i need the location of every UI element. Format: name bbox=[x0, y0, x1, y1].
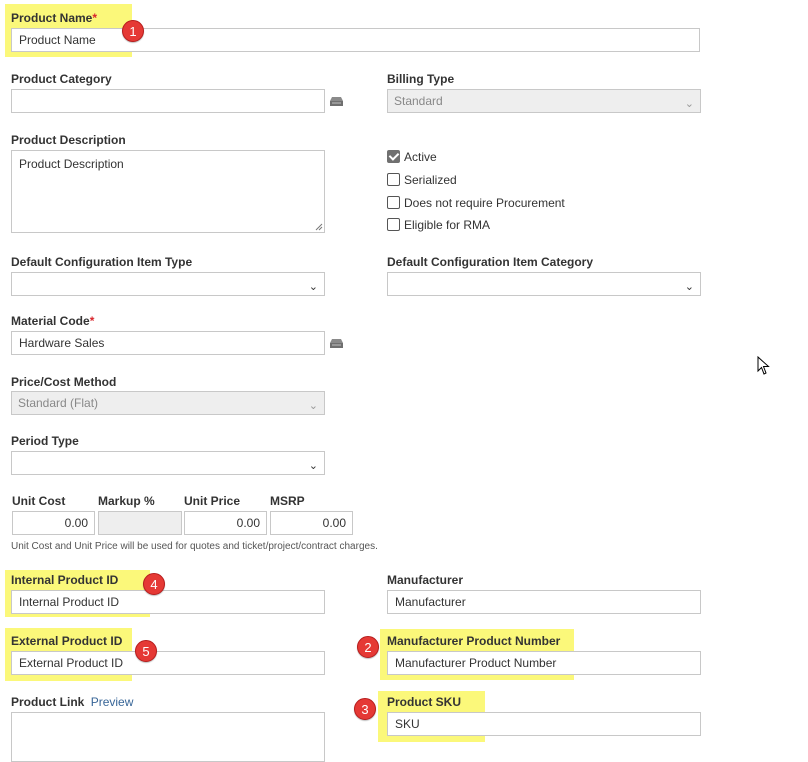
markup-label: Markup % bbox=[98, 494, 155, 508]
chevron-down-icon: ⌄ bbox=[684, 281, 694, 293]
price-cost-method-value: Standard (Flat) bbox=[18, 396, 99, 410]
chevron-down-icon: ⌄ bbox=[308, 460, 318, 472]
eligible-rma-label: Eligible for RMA bbox=[404, 218, 491, 232]
serialized-checkbox[interactable] bbox=[387, 173, 400, 186]
product-description-label: Product Description bbox=[11, 133, 126, 147]
msrp-label: MSRP bbox=[270, 494, 305, 508]
markup-input bbox=[98, 511, 182, 535]
chevron-down-icon: ⌄ bbox=[308, 281, 318, 293]
chevron-down-icon: ⌄ bbox=[308, 400, 318, 412]
manufacturer-label: Manufacturer bbox=[387, 573, 464, 587]
period-type-select[interactable]: ⌄ bbox=[11, 451, 325, 475]
product-sku-input[interactable]: SKU bbox=[387, 712, 701, 736]
billing-type-select[interactable]: Standard ⌄ bbox=[387, 89, 701, 113]
serialized-label: Serialized bbox=[404, 173, 457, 187]
msrp-input[interactable]: 0.00 bbox=[270, 511, 353, 535]
product-name-label: Product Name* bbox=[11, 11, 98, 25]
manufacturer-input[interactable]: Manufacturer bbox=[387, 590, 701, 614]
price-cost-method-label: Price/Cost Method bbox=[11, 375, 117, 389]
badge-5: 5 bbox=[135, 640, 157, 662]
preview-link[interactable]: Preview bbox=[91, 695, 134, 709]
default-ci-category-select[interactable]: ⌄ bbox=[387, 272, 701, 296]
price-cost-method-select[interactable]: Standard (Flat) ⌄ bbox=[11, 391, 325, 415]
mouse-cursor-icon bbox=[757, 356, 770, 375]
external-product-id-input[interactable]: External Product ID bbox=[11, 651, 325, 675]
unit-price-label: Unit Price bbox=[184, 494, 241, 508]
badge-4: 4 bbox=[143, 573, 165, 595]
default-ci-category-label: Default Configuration Item Category bbox=[387, 255, 594, 269]
material-code-label: Material Code* bbox=[11, 314, 95, 328]
product-link-textarea[interactable] bbox=[11, 712, 325, 762]
no-procurement-checkbox[interactable] bbox=[387, 196, 400, 209]
external-product-id-label: External Product ID bbox=[11, 634, 123, 648]
eligible-rma-checkbox[interactable] bbox=[387, 218, 400, 231]
pricing-note: Unit Cost and Unit Price will be used fo… bbox=[11, 541, 378, 552]
active-label: Active bbox=[404, 150, 437, 164]
badge-3: 3 bbox=[354, 698, 376, 720]
default-ci-type-select[interactable]: ⌄ bbox=[11, 272, 325, 296]
unit-price-input[interactable]: 0.00 bbox=[184, 511, 267, 535]
active-checkbox[interactable] bbox=[387, 150, 400, 163]
period-type-label: Period Type bbox=[11, 434, 79, 448]
default-ci-type-label: Default Configuration Item Type bbox=[11, 255, 193, 269]
lookup-icon[interactable] bbox=[329, 338, 344, 349]
product-category-label: Product Category bbox=[11, 72, 112, 86]
internal-product-id-label: Internal Product ID bbox=[11, 573, 119, 587]
unit-cost-input[interactable]: 0.00 bbox=[12, 511, 95, 535]
billing-type-value: Standard bbox=[394, 94, 443, 108]
badge-1: 1 bbox=[122, 20, 144, 42]
product-description-value: Product Description bbox=[19, 157, 124, 171]
chevron-down-icon: ⌄ bbox=[684, 98, 694, 110]
internal-product-id-input[interactable]: Internal Product ID bbox=[11, 590, 325, 614]
no-procurement-label: Does not require Procurement bbox=[404, 196, 565, 210]
manufacturer-product-number-label: Manufacturer Product Number bbox=[387, 634, 561, 648]
resize-grip-icon[interactable] bbox=[315, 223, 323, 231]
badge-2: 2 bbox=[357, 636, 379, 658]
lookup-icon[interactable] bbox=[329, 96, 344, 107]
product-category-input[interactable] bbox=[11, 89, 325, 113]
product-name-input[interactable]: Product Name bbox=[11, 28, 700, 52]
product-sku-label: Product SKU bbox=[387, 695, 462, 709]
unit-cost-label: Unit Cost bbox=[12, 494, 66, 508]
billing-type-label: Billing Type bbox=[387, 72, 455, 86]
product-description-textarea[interactable]: Product Description bbox=[11, 150, 325, 233]
manufacturer-product-number-input[interactable]: Manufacturer Product Number bbox=[387, 651, 701, 675]
product-link-label: Product Link Preview bbox=[11, 695, 134, 709]
material-code-input[interactable]: Hardware Sales bbox=[11, 331, 325, 355]
